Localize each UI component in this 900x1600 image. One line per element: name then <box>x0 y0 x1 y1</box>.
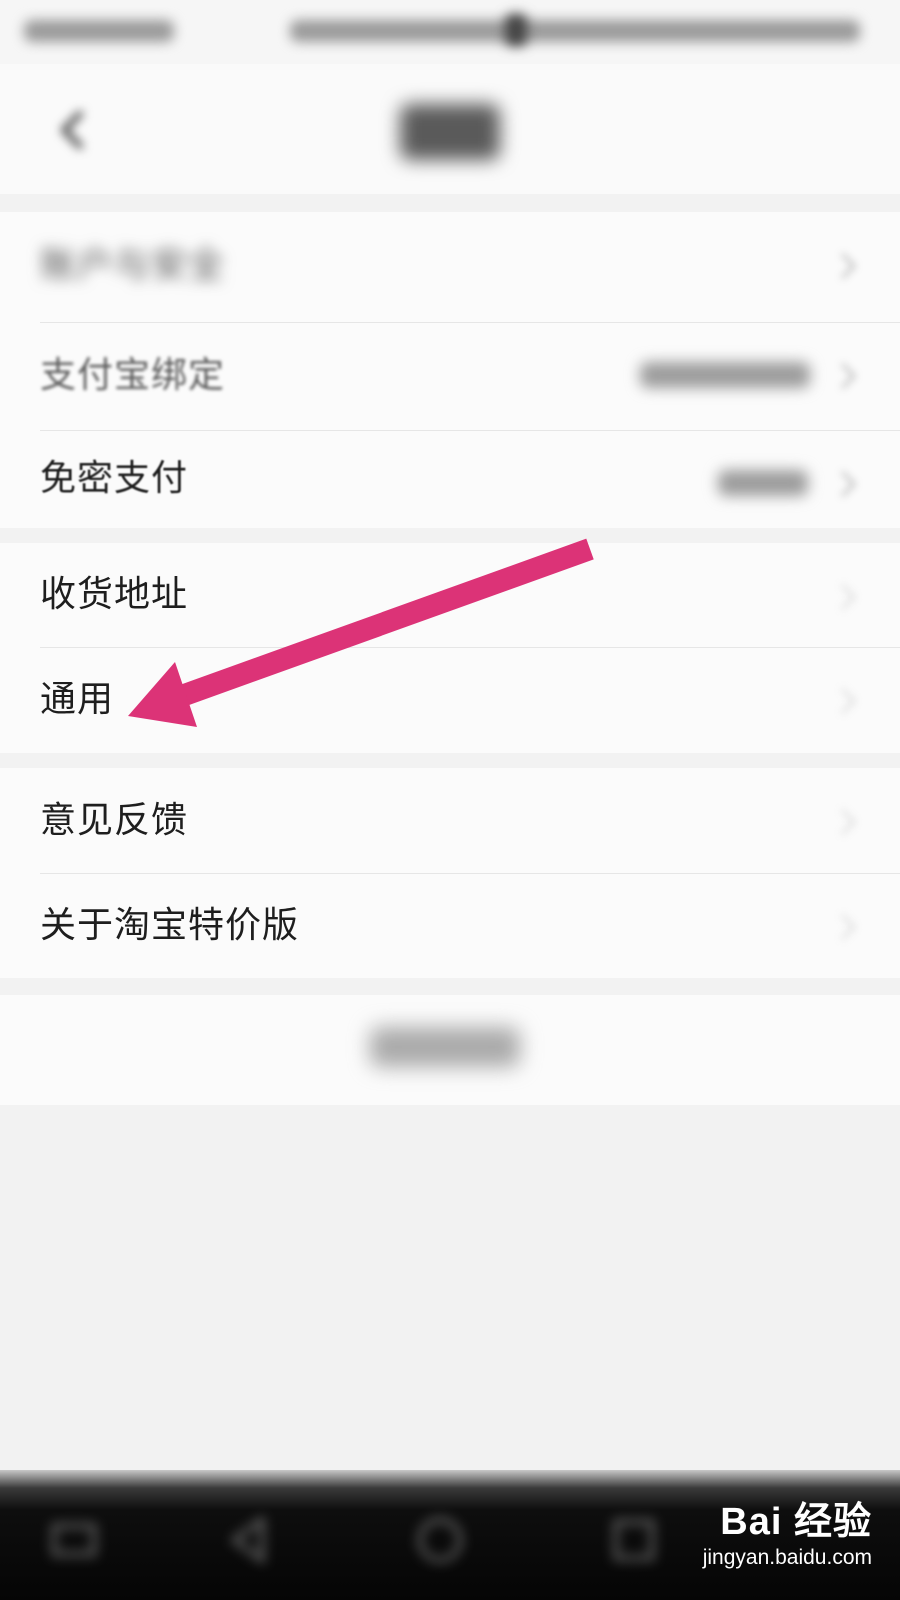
settings-item-label: 收货地址 <box>40 574 189 615</box>
settings-item-label: 支付宝绑定 <box>40 355 226 396</box>
chevron-right-icon <box>840 808 857 836</box>
settings-item-feedback[interactable]: 意见反馈 <box>0 768 900 873</box>
settings-item-value <box>640 362 810 388</box>
settings-item-label: 意见反馈 <box>40 800 189 841</box>
settings-item-label: 关于淘宝特价版 <box>40 905 300 946</box>
settings-item-general[interactable]: 通用 <box>0 647 900 753</box>
chevron-right-icon <box>840 913 857 941</box>
system-navigation-bar: Bai 经验 jingyan.baidu.com <box>0 1470 900 1600</box>
watermark-url: jingyan.baidu.com <box>702 1546 872 1569</box>
logout-button[interactable] <box>0 995 900 1105</box>
settings-item-value <box>718 470 808 496</box>
chevron-right-icon <box>840 362 857 390</box>
settings-group-address: 收货地址 通用 <box>0 543 900 753</box>
home-nav-icon[interactable] <box>412 1512 468 1568</box>
settings-item-about[interactable]: 关于淘宝特价版 <box>0 873 900 978</box>
recents-nav-icon[interactable] <box>606 1512 662 1568</box>
baidu-jingyan-watermark: Bai 经验 jingyan.baidu.com <box>672 1490 872 1590</box>
settings-item-password-free-payment[interactable]: 免密支付 <box>0 430 900 528</box>
settings-item-account-security[interactable]: 账户与安全 <box>0 212 900 322</box>
navigation-bar <box>0 64 900 194</box>
logout-label <box>370 1027 520 1067</box>
settings-group-account: 账户与安全 支付宝绑定 免密支付 <box>0 212 900 528</box>
chevron-right-icon <box>840 470 857 498</box>
settings-group-about: 意见反馈 关于淘宝特价版 <box>0 768 900 978</box>
settings-item-label: 免密支付 <box>40 458 189 499</box>
page-title <box>400 104 500 160</box>
settings-item-shipping-address[interactable]: 收货地址 <box>0 543 900 647</box>
menu-icon[interactable] <box>46 1512 102 1568</box>
back-nav-icon[interactable] <box>222 1512 278 1568</box>
settings-item-alipay-binding[interactable]: 支付宝绑定 <box>0 322 900 430</box>
settings-item-label: 通用 <box>40 679 115 720</box>
settings-item-label: 账户与安全 <box>40 245 226 286</box>
chevron-right-icon <box>840 252 857 280</box>
watermark-logo: Bai 经验 <box>720 1501 872 1543</box>
chevron-right-icon <box>840 687 857 715</box>
chevron-right-icon <box>840 583 857 611</box>
status-bar <box>0 0 900 64</box>
back-icon[interactable] <box>52 108 96 152</box>
